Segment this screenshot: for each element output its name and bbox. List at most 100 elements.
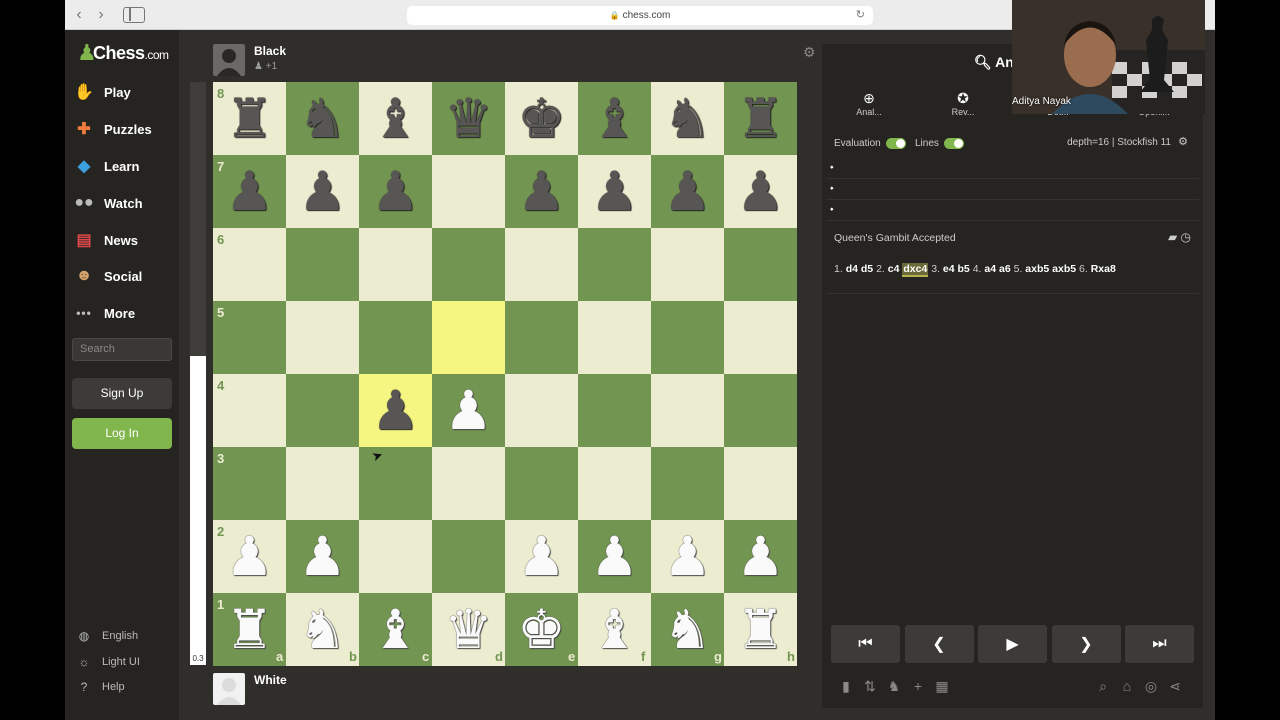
square-b5[interactable] xyxy=(286,301,359,374)
black-bishop-icon[interactable]: ♝ xyxy=(359,82,432,155)
square-g4[interactable] xyxy=(651,374,724,447)
square-d3[interactable] xyxy=(432,447,505,520)
nav-item-news[interactable]: ▤ News xyxy=(73,225,177,255)
black-king-icon[interactable]: ♚ xyxy=(505,82,578,155)
sign-up-button[interactable]: Sign Up xyxy=(72,378,172,409)
search-input[interactable]: Search xyxy=(72,338,172,361)
board-settings-gear-icon[interactable]: ⚙ xyxy=(803,44,816,61)
engine-settings-gear-icon[interactable]: ⚙ xyxy=(1178,135,1188,148)
square-e6[interactable] xyxy=(505,228,578,301)
square-e4[interactable] xyxy=(505,374,578,447)
white-pawn-icon[interactable]: ♟ xyxy=(432,374,505,447)
black-pawn-icon[interactable]: ♟ xyxy=(359,155,432,228)
nav-item-learn[interactable]: ◆ Learn xyxy=(73,151,177,181)
move-white[interactable]: axb5 xyxy=(1025,263,1049,275)
move-black[interactable]: dxc4 xyxy=(902,263,929,277)
move-black[interactable]: axb5 xyxy=(1052,263,1076,275)
target-icon[interactable]: ◎ xyxy=(1139,678,1163,696)
square-b4[interactable] xyxy=(286,374,359,447)
white-pawn-icon[interactable]: ♟ xyxy=(578,520,651,593)
square-h3[interactable] xyxy=(724,447,797,520)
lines-switch[interactable] xyxy=(943,137,964,149)
play-button[interactable]: ▶ xyxy=(978,625,1047,663)
light-ui-link[interactable]: ☼ Light UI xyxy=(77,654,140,670)
tab-analysis[interactable]: ⊕ Anal... xyxy=(829,90,909,117)
square-g5[interactable] xyxy=(651,301,724,374)
black-bishop-icon[interactable]: ♝ xyxy=(578,82,651,155)
setup-piece-icon[interactable]: ♞ xyxy=(882,678,906,696)
move-white[interactable]: d4 xyxy=(846,263,858,275)
move-white[interactable]: c4 xyxy=(888,263,900,275)
square-c5[interactable] xyxy=(359,301,432,374)
black-pawn-icon[interactable]: ♟ xyxy=(286,155,359,228)
move-white[interactable]: a4 xyxy=(984,263,996,275)
nav-item-watch[interactable]: ●● Watch xyxy=(73,188,177,218)
reload-icon[interactable]: ↻ xyxy=(856,6,865,25)
last-move-button[interactable]: ⏭ xyxy=(1125,625,1194,663)
engine-line[interactable]: ⬩ xyxy=(826,158,1199,179)
sidebar-toggle-icon[interactable] xyxy=(123,7,145,23)
white-pawn-icon[interactable]: ♟ xyxy=(724,520,797,593)
nav-item-play[interactable]: ✋ Play xyxy=(73,77,177,107)
share-icon[interactable]: ⋖ xyxy=(1163,678,1187,696)
square-b6[interactable] xyxy=(286,228,359,301)
black-queen-icon[interactable]: ♛ xyxy=(432,82,505,155)
bar-chart-icon[interactable]: ▮ xyxy=(834,678,858,696)
first-move-button[interactable]: ⏮ xyxy=(831,625,900,663)
square-c6[interactable] xyxy=(359,228,432,301)
engine-line[interactable]: ⬩ xyxy=(826,200,1199,221)
square-f5[interactable] xyxy=(578,301,651,374)
square-f6[interactable] xyxy=(578,228,651,301)
help-link[interactable]: ? Help xyxy=(77,679,125,695)
tab-review[interactable]: ✪ Rev... xyxy=(923,90,1003,117)
engine-line[interactable]: ⬩ xyxy=(826,179,1199,200)
black-pawn-icon[interactable]: ♟ xyxy=(651,155,724,228)
clock-icon[interactable]: ◷ xyxy=(1181,230,1191,244)
square-b3[interactable] xyxy=(286,447,359,520)
black-pawn-icon[interactable]: ♟ xyxy=(359,374,432,447)
log-in-button[interactable]: Log In xyxy=(72,418,172,449)
evaluation-toggle[interactable]: Evaluation xyxy=(834,136,906,150)
square-d5[interactable] xyxy=(432,301,505,374)
square-e5[interactable] xyxy=(505,301,578,374)
board-icon[interactable]: ▦ xyxy=(930,678,954,696)
square-d6[interactable] xyxy=(432,228,505,301)
library-icon[interactable]: ⌂ xyxy=(1115,678,1139,696)
black-pawn-icon[interactable]: ♟ xyxy=(505,155,578,228)
square-d7[interactable] xyxy=(432,155,505,228)
square-f4[interactable] xyxy=(578,374,651,447)
search-icon[interactable]: ⌕ xyxy=(1091,678,1115,696)
black-rook-icon[interactable]: ♜ xyxy=(724,82,797,155)
nav-item-puzzles[interactable]: ✚ Puzzles xyxy=(73,114,177,144)
book-icon[interactable]: ▰ xyxy=(1168,230,1177,244)
move-black[interactable]: a6 xyxy=(999,263,1011,275)
chess-board[interactable]: ♜ ♞ ♝ ♛ ♚ ♝ ♞ ♜ ♟ ♟ ♟ ♟ ♟ ♟ ♟ ♟ ♟ ♟ ♟ ♟ ♟ ♟ ♟ ♜ ♞ ♝ ♛ ♚ ♝ ♞ ♜ 8 7 6 5 4 3 2 1 a… xyxy=(213,82,797,666)
black-knight-icon[interactable]: ♞ xyxy=(651,82,724,155)
square-h6[interactable] xyxy=(724,228,797,301)
nav-item-more[interactable]: ••• More xyxy=(73,298,177,328)
lines-toggle[interactable]: Lines xyxy=(915,136,964,150)
language-link[interactable]: ◍ English xyxy=(77,628,138,644)
white-pawn-icon[interactable]: ♟ xyxy=(651,520,724,593)
square-h4[interactable] xyxy=(724,374,797,447)
white-pawn-icon[interactable]: ♟ xyxy=(505,520,578,593)
square-f3[interactable] xyxy=(578,447,651,520)
back-arrow-icon[interactable]: ‹ xyxy=(71,7,87,23)
square-d2[interactable] xyxy=(432,520,505,593)
plus-icon[interactable]: + xyxy=(906,678,930,696)
next-move-button[interactable]: ❯ xyxy=(1051,625,1121,663)
black-pawn-icon[interactable]: ♟ xyxy=(724,155,797,228)
address-bar[interactable]: 🔒 chess.com ↻ xyxy=(407,6,873,25)
move-white[interactable]: e4 xyxy=(943,263,955,275)
square-e3[interactable] xyxy=(505,447,578,520)
evaluation-switch[interactable] xyxy=(885,137,906,149)
square-h5[interactable] xyxy=(724,301,797,374)
square-c2[interactable] xyxy=(359,520,432,593)
square-c3[interactable] xyxy=(359,447,432,520)
square-g6[interactable] xyxy=(651,228,724,301)
square-g3[interactable] xyxy=(651,447,724,520)
move-black[interactable]: d5 xyxy=(861,263,873,275)
previous-move-button[interactable]: ❮ xyxy=(904,625,974,663)
forward-arrow-icon[interactable]: › xyxy=(93,7,109,23)
flip-board-icon[interactable]: ⇅ xyxy=(858,678,882,696)
